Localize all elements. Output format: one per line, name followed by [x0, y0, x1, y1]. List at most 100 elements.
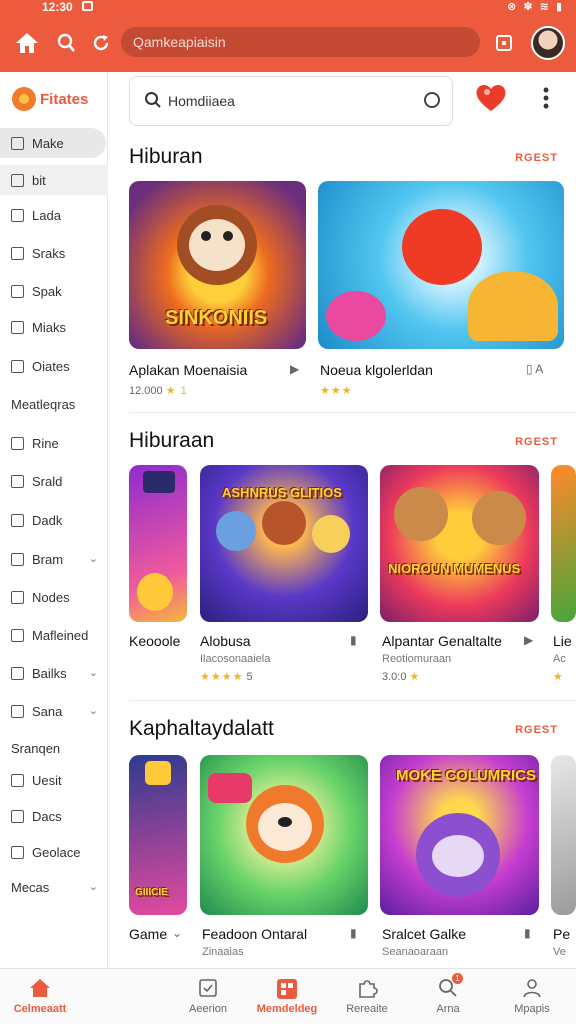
sidebar-item[interactable]: Rine [0, 428, 108, 458]
divider [129, 700, 576, 701]
more-options-icon[interactable]: • • • [538, 81, 554, 115]
sidebar-item[interactable]: Meatleqras [0, 389, 108, 419]
edit-icon [11, 513, 24, 527]
card-title[interactable]: Alobusa [200, 633, 251, 649]
bookmark-icon[interactable]: ▮ [350, 926, 357, 940]
sidebar-item-label: Sraks [32, 245, 66, 261]
sidebar-item[interactable]: Oiates [0, 351, 108, 381]
sidebar-item[interactable]: Mecas ⌄ [0, 872, 108, 902]
search-icon [144, 91, 162, 114]
game-card-image[interactable]: MOKE COLUMRICS [380, 755, 539, 915]
sidebar-item-label: Bram [32, 551, 64, 567]
search-text: Homdiiaea [168, 93, 235, 109]
mail-icon [11, 628, 24, 642]
sidebar-item-label: Meatleqras [11, 396, 76, 412]
section-more-link[interactable]: RGEST [515, 152, 558, 164]
favorites-heart-icon[interactable] [473, 80, 509, 116]
card-rating: ★ [553, 671, 564, 683]
chevron-down-icon[interactable]: ⌄ [172, 926, 182, 940]
sidebar-item-label: Geolace [32, 844, 81, 860]
nav-profile[interactable]: Mpapis [492, 975, 572, 1023]
chevron-down-icon[interactable]: ⌄ [89, 880, 98, 893]
game-card-image[interactable] [318, 181, 564, 349]
sidebar-item[interactable]: Miaks [0, 312, 108, 342]
card-title[interactable]: Keooole [129, 633, 180, 649]
home-icon [28, 977, 52, 999]
nav-home[interactable]: Celmeaatt [0, 975, 80, 1023]
sidebar-item[interactable]: Sana ⌄ [0, 696, 108, 726]
search-icon[interactable] [53, 30, 79, 56]
sidebar-item[interactable]: Lada [0, 200, 108, 230]
sidebar-item-label: Dacs [32, 808, 62, 824]
chevron-down-icon[interactable]: ⌄ [89, 666, 98, 679]
sidebar-item[interactable]: Make [0, 128, 106, 158]
game-card-image[interactable]: ASHNRUS GLITIOS [200, 465, 368, 622]
sidebar-item[interactable]: Dadk [0, 505, 108, 535]
check-icon [11, 590, 24, 604]
game-card-image[interactable] [200, 755, 368, 915]
card-title[interactable]: Game [129, 926, 167, 942]
sidebar-item-label: Uesit [32, 772, 62, 788]
sidebar-item[interactable]: Bram ⌄ [0, 544, 108, 574]
bookmark-icon[interactable]: ▯ A [526, 362, 543, 376]
card-title[interactable]: Aplakan Moenaisia [129, 362, 247, 378]
search-icon: 1 [436, 973, 463, 999]
card-rating: ★★★★ 5 [200, 671, 253, 683]
nav-games[interactable]: Memdeldeg [247, 975, 327, 1023]
sidebar-item-label: Spak [32, 283, 62, 299]
brand[interactable]: Fitates [12, 87, 88, 111]
card-title[interactable]: Alpantar Genaltalte [382, 633, 502, 649]
search-input[interactable]: Homdiiaea [129, 76, 453, 126]
sidebar-item[interactable]: Spak [0, 276, 108, 306]
address-bar[interactable]: Qamkeapiaisin [121, 27, 480, 57]
sidebar-item[interactable]: Sraks [0, 238, 108, 268]
card-title[interactable]: Feadoon Ontaral [202, 926, 307, 942]
game-card-image[interactable] [129, 465, 187, 622]
sidebar-item[interactable]: Srald [0, 466, 108, 496]
play-icon[interactable]: ▶ [524, 633, 533, 647]
play-icon[interactable]: ▶ [290, 362, 299, 376]
nav-search[interactable]: 1 Arna [408, 973, 488, 1023]
section-more-link[interactable]: RGEST [515, 436, 558, 448]
section-more-link[interactable]: RGEST [515, 724, 558, 736]
sidebar-item-label: Mecas [11, 879, 50, 895]
tabs-icon[interactable] [491, 30, 517, 56]
nav-label: Rereaite [346, 1003, 388, 1015]
home-icon[interactable] [14, 30, 40, 56]
card-art-text: NIOROUN MUMENUS [388, 561, 521, 576]
voice-search-icon[interactable] [424, 92, 440, 108]
sidebar-item[interactable]: Nodes [0, 582, 108, 612]
card-subtitle: Ac [553, 653, 566, 665]
chevron-down-icon[interactable]: ⌄ [89, 704, 98, 717]
game-card-image[interactable]: SINKONIIS [129, 181, 306, 349]
sidebar-item[interactable]: Mafleined [0, 620, 108, 650]
nav-activity[interactable]: Aeerion [168, 975, 248, 1023]
avatar[interactable] [531, 26, 565, 60]
card-art-text: MOKE COLUMRICS [396, 767, 536, 784]
sidebar-item[interactable]: Sranqen [0, 733, 108, 763]
check-square-icon [196, 977, 220, 999]
bookmark-icon[interactable]: ▮ [524, 926, 531, 940]
sidebar-item-label: Bailks [32, 665, 67, 681]
game-card-image[interactable]: GIIICIE [129, 755, 187, 915]
bookmark-icon[interactable]: ▮ [350, 633, 357, 647]
sidebar-item[interactable]: bit [0, 165, 108, 195]
card-title[interactable]: Noeua klgolerldan [320, 362, 433, 378]
game-card-image[interactable]: NIOROUN MUMENUS [380, 465, 539, 622]
sidebar-item[interactable]: Dacs [0, 801, 108, 831]
top-app-bar: 12:30 ⊗ ✽ ≋ ▮ Qamkeapiaisin [0, 0, 576, 72]
game-card-image[interactable] [551, 465, 576, 622]
sidebar-item[interactable]: Uesit [0, 765, 108, 795]
sidebar-item[interactable]: Geolace [0, 837, 108, 867]
game-card-image[interactable] [551, 755, 576, 915]
refresh-icon[interactable] [88, 30, 114, 56]
sidebar-item[interactable]: Bailks ⌄ [0, 658, 108, 688]
sidebar-item-label: bit [32, 172, 46, 188]
card-title[interactable]: Lie [553, 633, 572, 649]
card-title[interactable]: Sralcet Galke [382, 926, 466, 942]
chevron-down-icon[interactable]: ⌄ [89, 552, 98, 565]
section-title: Hiburaan [129, 429, 215, 452]
card-title[interactable]: Pe [553, 926, 570, 942]
card-subtitle: Seanaoaraan [382, 946, 449, 958]
nav-apps[interactable]: Rereaite [327, 975, 407, 1023]
